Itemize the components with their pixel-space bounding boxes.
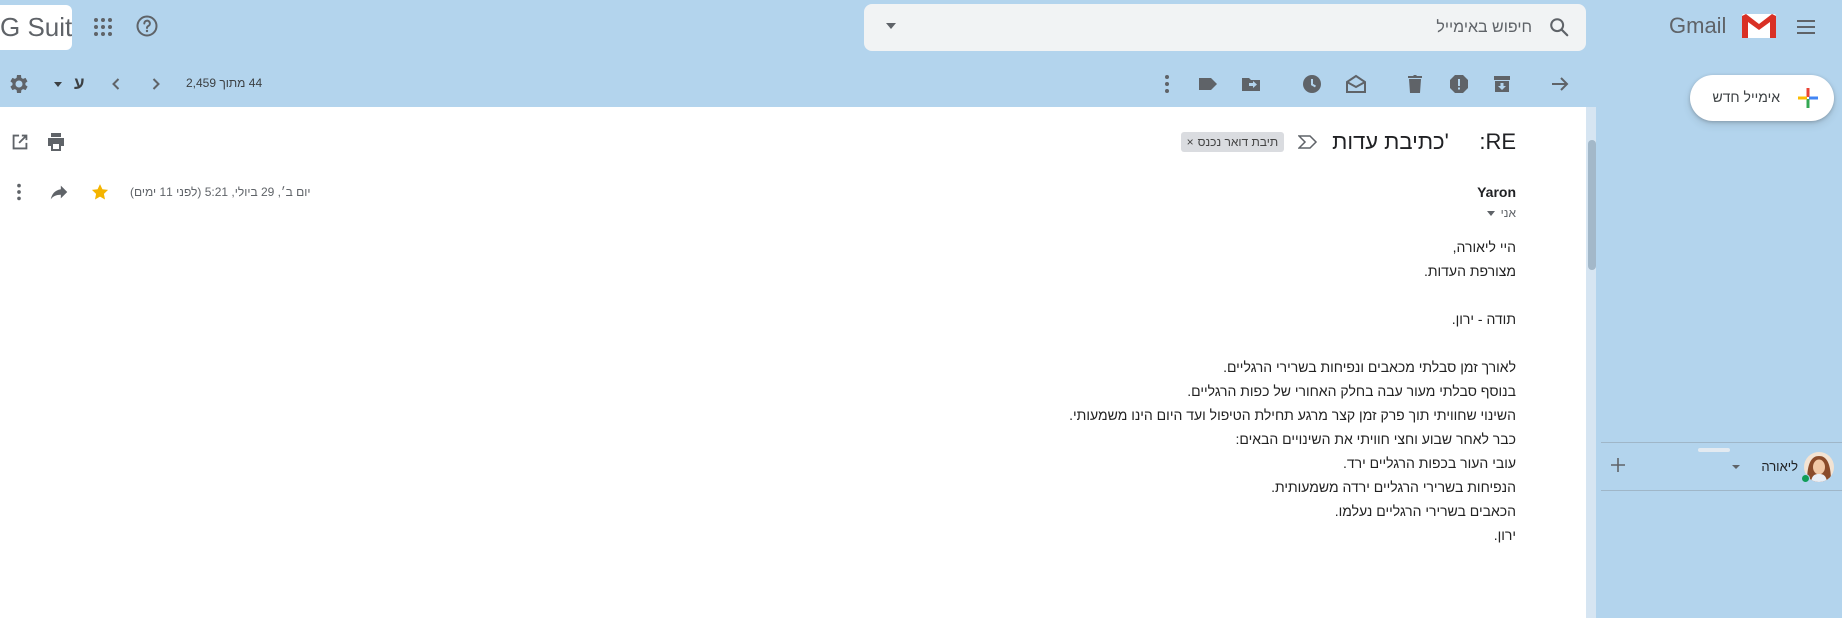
inbox-label-chip: תיבת דואר נכנס × — [1180, 132, 1285, 152]
body-line: בנוסף סבלתי מעור עבה בחלק האחורי של כפות… — [1187, 383, 1516, 399]
reply-icon[interactable] — [48, 181, 70, 203]
compose-label: אימייל חדש — [1712, 89, 1780, 105]
gsuite-logo[interactable]: G Suite — [0, 5, 72, 50]
message-toolbar: ע 44 מתוך 2,459 — [0, 62, 1586, 106]
body-line: מצורפת העדות. — [1423, 263, 1516, 279]
help-icon[interactable] — [135, 14, 159, 38]
message-more-vert-icon[interactable] — [8, 181, 30, 203]
body-line — [816, 283, 1516, 307]
body-line: הנפיחות בשרירי הרגליים ירדה משמעותית. — [1271, 479, 1516, 495]
snooze-icon[interactable] — [1300, 72, 1324, 96]
report-spam-icon[interactable] — [1447, 72, 1471, 96]
hangouts-user[interactable]: ליאורה — [1601, 450, 1842, 484]
new-conversation-plus-icon[interactable] — [1608, 455, 1628, 475]
search-input[interactable] — [972, 12, 1532, 43]
more-vert-icon[interactable] — [1155, 72, 1179, 96]
older-chevron-icon[interactable] — [144, 72, 168, 96]
compose-button[interactable]: אימייל חדש — [1690, 75, 1834, 121]
message-body: היי ליאורה, מצורפת העדות. תודה - ירון. לאור… — [816, 235, 1516, 547]
hangouts-status-caret-icon[interactable] — [1732, 465, 1740, 469]
important-marker-icon[interactable] — [1298, 135, 1318, 149]
apps-grid-icon[interactable] — [91, 15, 115, 39]
settings-gear-icon[interactable] — [6, 72, 30, 96]
body-line: הכאבים בשרירי הרגליים נעלמו. — [1334, 503, 1516, 519]
body-line: לאורך זמן סבלתי מכאבים ונפיחות בשרירי הר… — [1223, 359, 1516, 375]
body-line: עובי העור בכפות הרגליים ירד. — [1342, 455, 1516, 471]
search-options-dropdown-icon[interactable] — [886, 23, 896, 29]
subject-text: RE: 'כתיבת עדות — [1332, 129, 1516, 154]
body-line: תודה - ירון. — [1451, 311, 1516, 327]
body-line: ירון. — [1493, 527, 1516, 543]
input-tools-button[interactable]: ע — [74, 72, 85, 96]
message-pane: RE: 'כתיבת עדות תיבת דואר נכנס × Yaron א… — [0, 107, 1586, 618]
sidebar-nav: תיבת דואר נכנס5מסומן בכוכבלטיפול בהמשךחש… — [1601, 138, 1842, 446]
search-icon[interactable] — [1548, 16, 1570, 38]
move-to-icon[interactable] — [1239, 72, 1263, 96]
message-scrollbar-thumb[interactable] — [1588, 140, 1596, 270]
star-icon[interactable] — [90, 182, 110, 202]
online-status-icon — [1801, 474, 1810, 483]
print-icon[interactable] — [44, 130, 68, 154]
inbox-label-text: תיבת דואר נכנס — [1197, 135, 1279, 149]
body-line: השינוי שחוויתי תוך פרק זמן קצר מרגע תחיל… — [1069, 407, 1516, 423]
remove-label-icon[interactable]: × — [1187, 135, 1194, 149]
pager-count: 44 מתוך 2,459 — [186, 76, 263, 90]
recipient-name: אני — [1500, 206, 1516, 220]
delete-icon[interactable] — [1403, 72, 1427, 96]
gmail-logo-icon[interactable] — [1741, 12, 1777, 40]
message-date: יום ב׳, 29 ביולי, 5:21 (לפני 11 ימים) — [130, 185, 311, 199]
labels-icon[interactable] — [1196, 72, 1220, 96]
open-new-window-icon[interactable] — [9, 131, 31, 153]
back-arrow-icon[interactable] — [1548, 72, 1572, 96]
gmail-wordmark[interactable]: Gmail — [1669, 13, 1726, 39]
hangouts-bottom-divider — [1601, 490, 1842, 491]
archive-icon[interactable] — [1490, 72, 1514, 96]
recipient-line[interactable]: אני — [1486, 206, 1516, 220]
subject-line: RE: 'כתיבת עדות תיבת דואר נכנס × — [1180, 129, 1516, 155]
body-line: כבר לאחר שבוע וחצי חוויתי את השינויים הב… — [1235, 431, 1516, 447]
search-box — [864, 4, 1586, 51]
body-line: היי ליאורה, — [1452, 239, 1516, 255]
input-tools-caret-icon[interactable] — [54, 82, 62, 87]
compose-plus-icon — [1798, 88, 1818, 108]
mark-unread-icon[interactable] — [1344, 72, 1368, 96]
recipient-details-caret-icon[interactable] — [1486, 210, 1495, 216]
hangouts-divider — [1601, 442, 1842, 443]
newer-chevron-icon[interactable] — [104, 72, 128, 96]
hangouts-user-name: ליאורה — [1761, 459, 1798, 474]
top-header: G Suite Gmail — [0, 0, 1842, 56]
body-line — [816, 331, 1516, 355]
main-menu-icon[interactable] — [1794, 15, 1818, 39]
sender-name[interactable]: Yaron — [1477, 184, 1516, 200]
